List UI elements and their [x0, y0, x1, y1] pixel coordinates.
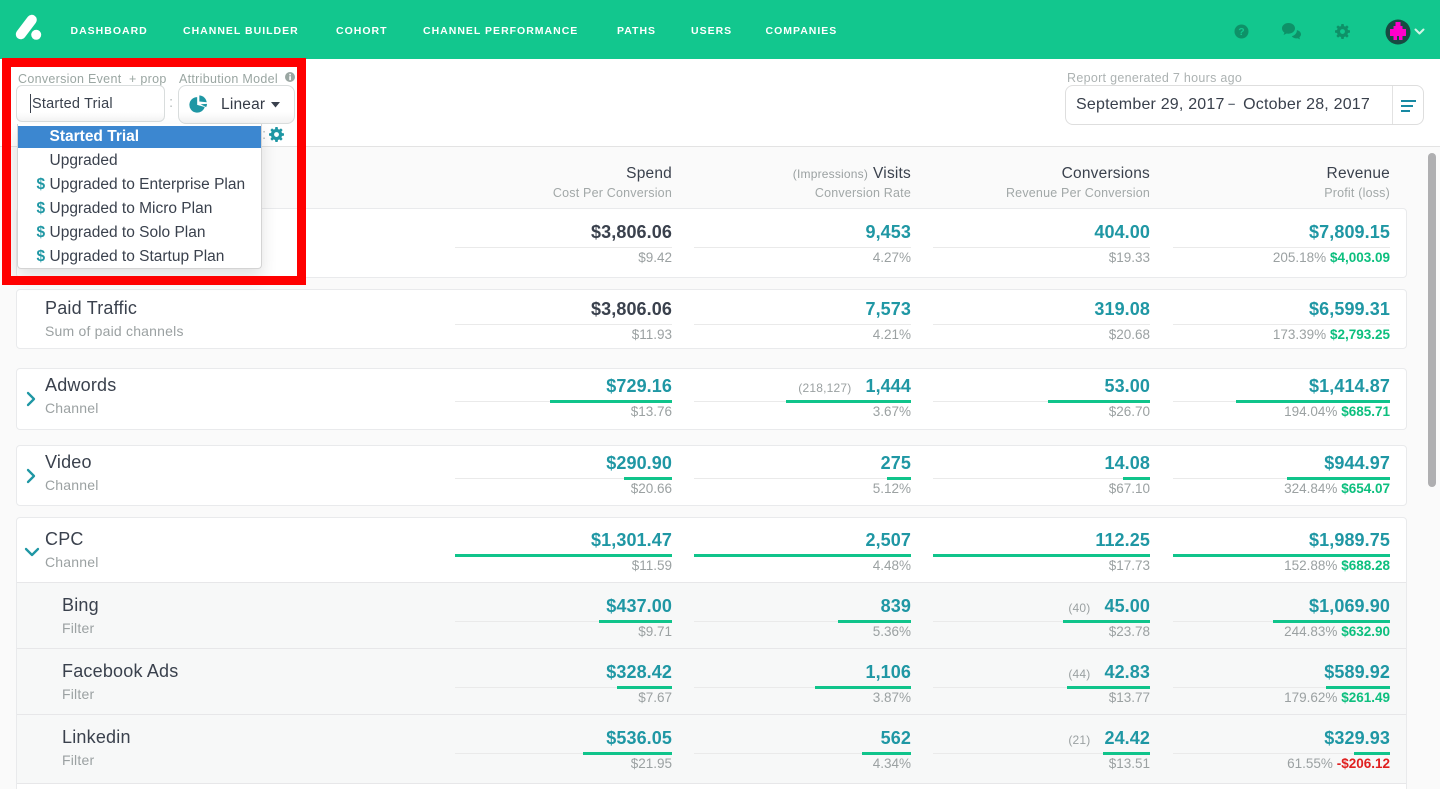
svg-text:?: ? [1238, 26, 1244, 38]
